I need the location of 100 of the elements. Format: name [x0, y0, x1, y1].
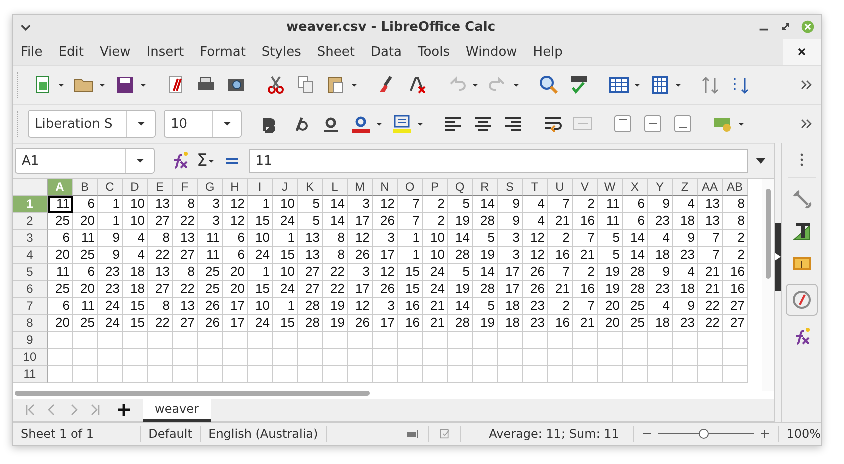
column-header[interactable]: X [623, 179, 648, 196]
row-header[interactable]: 11 [13, 366, 48, 383]
column-header[interactable]: H [223, 179, 248, 196]
column-header[interactable]: AA [698, 179, 723, 196]
row-header[interactable]: 7 [13, 298, 48, 315]
dropdown-arrow-icon[interactable] [208, 158, 215, 164]
column-header[interactable]: E [148, 179, 173, 196]
column-header[interactable]: S [498, 179, 523, 196]
horizontal-scrollbar[interactable] [13, 391, 774, 399]
dropdown-arrow-icon[interactable] [376, 122, 383, 126]
column-header[interactable]: V [573, 179, 598, 196]
column-header[interactable]: J [273, 179, 298, 196]
dropdown-arrow-icon[interactable] [675, 82, 682, 88]
column-header[interactable]: Y [648, 179, 673, 196]
align-bottom-icon[interactable] [672, 113, 694, 135]
menu-item[interactable]: Sheet [309, 44, 363, 60]
column-header[interactable]: B [73, 179, 98, 196]
menu-item[interactable]: Data [362, 44, 410, 60]
column-header[interactable]: R [473, 179, 498, 196]
table-cell [348, 349, 373, 366]
table-cell [98, 332, 123, 349]
columns-icon[interactable] [649, 74, 671, 96]
column-header[interactable]: AB [723, 179, 748, 196]
menu-item[interactable]: Insert [138, 44, 192, 60]
row-header[interactable]: 10 [13, 349, 48, 366]
table-cell: 5 [473, 298, 498, 315]
dropdown-arrow-icon[interactable] [472, 82, 479, 88]
column-header[interactable]: O [398, 179, 423, 196]
column-header[interactable]: U [548, 179, 573, 196]
expand-formula-icon[interactable] [756, 158, 766, 164]
align-top-icon[interactable] [612, 113, 634, 135]
column-header[interactable]: Z [673, 179, 698, 196]
row-header[interactable]: 6 [13, 281, 48, 298]
row-header[interactable]: 9 [13, 332, 48, 349]
column-header[interactable]: L [323, 179, 348, 196]
column-header[interactable]: P [423, 179, 448, 196]
navigator-button[interactable] [786, 284, 818, 316]
column-header[interactable]: M [348, 179, 373, 196]
dropdown-arrow-icon[interactable] [634, 82, 641, 88]
column-header[interactable]: N [373, 179, 398, 196]
more-options-icon[interactable] [801, 119, 813, 129]
row-header[interactable]: 2 [13, 213, 48, 230]
menu-item[interactable]: Tools [410, 44, 458, 60]
column-header[interactable]: F [173, 179, 198, 196]
column-header[interactable]: T [523, 179, 548, 196]
dropdown-arrow-icon[interactable] [140, 82, 147, 88]
table-cell: 24 [273, 213, 298, 230]
dropdown-arrow-icon[interactable] [351, 82, 358, 88]
column-header[interactable]: W [598, 179, 623, 196]
menu-item[interactable]: Window [458, 44, 526, 60]
dropdown-arrow-icon[interactable] [513, 82, 520, 88]
language-status[interactable]: English (Australia) [200, 426, 328, 442]
menu-item[interactable]: File [13, 44, 51, 60]
table-cell: 28 [473, 213, 498, 230]
add-sheet-icon[interactable] [117, 403, 131, 417]
more-options-icon[interactable] [801, 80, 813, 90]
find-replace-icon[interactable] [538, 74, 560, 96]
close-document-icon[interactable] [783, 39, 821, 65]
dropdown-arrow-icon[interactable] [58, 82, 65, 88]
table-cell [348, 332, 373, 349]
row-header[interactable]: 5 [13, 264, 48, 281]
table-cell: 22 [148, 247, 173, 264]
scissors-icon[interactable] [265, 74, 287, 96]
equals-icon[interactable] [224, 156, 239, 166]
menu-item[interactable]: Styles [254, 44, 310, 60]
vertical-scrollbar[interactable] [762, 179, 774, 391]
dropdown-arrow-icon[interactable] [417, 122, 424, 126]
sidebar-toggle[interactable] [775, 223, 781, 291]
spelling-icon[interactable] [568, 74, 590, 96]
font-size-box[interactable]: 10 [164, 110, 242, 138]
name-box[interactable]: A1 [15, 148, 155, 174]
highlight-color-icon[interactable] [391, 113, 413, 135]
sidebar-menu-icon[interactable] [800, 153, 804, 167]
column-header[interactable]: G [198, 179, 223, 196]
column-header[interactable]: Q [448, 179, 473, 196]
menu-item[interactable]: View [92, 44, 139, 60]
row-header[interactable]: 3 [13, 230, 48, 247]
column-header[interactable]: D [123, 179, 148, 196]
page-style[interactable]: Default [140, 426, 201, 442]
column-header[interactable]: I [248, 179, 273, 196]
wrench-icon[interactable] [790, 188, 812, 210]
table-icon[interactable] [608, 74, 630, 96]
zoom-slider[interactable] [658, 429, 754, 439]
menu-item[interactable]: Help [525, 44, 571, 60]
dropdown-arrow-icon[interactable] [99, 82, 106, 88]
sheet-tab[interactable]: weaver [143, 398, 211, 422]
dropdown-arrow-icon[interactable] [738, 122, 745, 126]
row-header[interactable]: 4 [13, 247, 48, 264]
column-header[interactable]: C [98, 179, 123, 196]
zoom-in-icon[interactable] [760, 429, 770, 439]
menu-item[interactable]: Format [192, 44, 254, 60]
align-middle-icon[interactable] [642, 113, 664, 135]
formula-input-field[interactable]: 11 [248, 149, 748, 173]
menu-item[interactable]: Edit [50, 44, 92, 60]
sum-button[interactable]: Σ [197, 151, 208, 171]
row-header[interactable]: 8 [13, 315, 48, 332]
column-header[interactable]: K [298, 179, 323, 196]
zoom-percent[interactable]: 100% [778, 427, 821, 441]
font-name-box[interactable]: Liberation S [28, 110, 156, 138]
styles-icon[interactable] [790, 220, 812, 242]
